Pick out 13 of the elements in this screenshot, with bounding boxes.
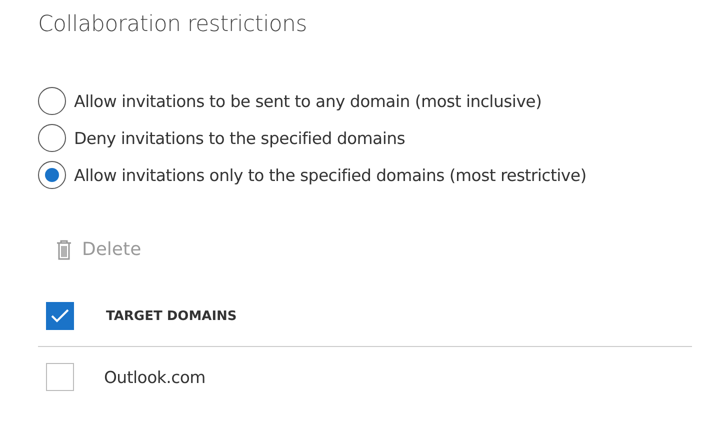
- table-cell: Outlook.com: [104, 368, 206, 386]
- radio-label: Allow invitations to be sent to any domain (most inclusive): [74, 92, 542, 110]
- checkbox[interactable]: [46, 363, 74, 391]
- radio-label: Deny invitations to the specified domains: [74, 128, 406, 148]
- checkmark-icon: [51, 309, 69, 323]
- radio-button[interactable]: [38, 161, 66, 189]
- trash-icon: [56, 240, 72, 260]
- radio-label: Allow invitations only to the specified domains (most restrictive): [74, 166, 586, 184]
- radio-button[interactable]: [38, 124, 66, 152]
- column-header: TARGET DOMAINS: [106, 308, 237, 324]
- radio-button[interactable]: [38, 87, 66, 115]
- section-title: Collaboration restrictions: [38, 12, 308, 37]
- checkbox[interactable]: [46, 302, 74, 330]
